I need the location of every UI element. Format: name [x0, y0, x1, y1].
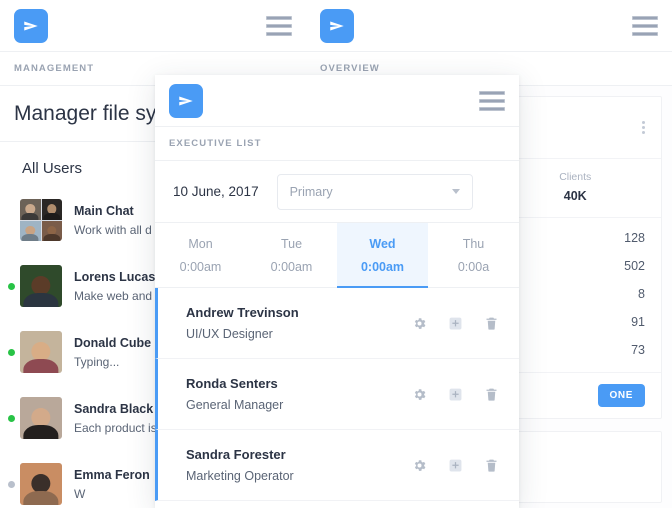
table-row[interactable]: Sandra Forester Marketing Operator: [155, 430, 519, 501]
presence-dot: [8, 414, 15, 422]
number-value: 502: [624, 259, 645, 273]
person-role: UI/UX Designer: [186, 327, 273, 341]
modal-section-bar: EXECUTIVE LIST: [155, 127, 519, 161]
trash-icon[interactable]: [483, 315, 499, 331]
tab-mon[interactable]: Mon 0:00am: [155, 223, 246, 287]
gear-icon[interactable]: [411, 457, 427, 473]
list-item-subtitle: Typing...: [74, 354, 120, 369]
management-appbar: [0, 0, 306, 52]
presence-dot: [8, 348, 15, 356]
user-avatar: [20, 265, 62, 307]
person-role: Marketing Operator: [186, 469, 294, 483]
tab-tue[interactable]: Tue 0:00am: [246, 223, 337, 287]
person-name: Ronda Senters: [186, 376, 278, 391]
person-name: Sandra Forester: [186, 447, 286, 462]
list-item-subtitle: W: [74, 486, 86, 501]
tab-time-label: 0:00am: [179, 260, 222, 274]
paper-plane-icon[interactable]: [169, 83, 203, 118]
number-value: 8: [638, 287, 645, 301]
plus-icon[interactable]: [447, 386, 463, 402]
user-avatar: [20, 397, 62, 439]
person-role: General Manager: [186, 398, 284, 412]
gear-icon[interactable]: [411, 315, 427, 331]
day-tabs: Mon 0:00am Tue 0:00am Wed 0:00am Thu 0:0…: [155, 223, 519, 288]
plus-icon[interactable]: [447, 315, 463, 331]
executive-list-modal: EXECUTIVE LIST 10 June, 2017 Primary Mon…: [155, 75, 519, 508]
trash-icon[interactable]: [483, 386, 499, 402]
executive-list-eyebrow: EXECUTIVE LIST: [169, 138, 262, 149]
management-eyebrow: MANAGEMENT: [14, 63, 95, 74]
more-vertical-icon[interactable]: [642, 121, 645, 134]
hamburger-menu-icon[interactable]: [632, 15, 658, 36]
person-name: Andrew Trevinson: [186, 305, 299, 320]
tab-day-label: Tue: [280, 237, 303, 251]
modal-appbar: [155, 75, 519, 127]
tab-time-label: 0:00am: [360, 260, 405, 274]
overview-eyebrow: OVERVIEW: [320, 63, 380, 74]
number-value: 91: [631, 315, 645, 329]
list-item-subtitle: Make web and: [74, 288, 153, 303]
list-item-name: Sandra Black: [74, 401, 154, 416]
row-actions: [411, 457, 499, 473]
presence-dot: [8, 217, 15, 224]
tab-thu[interactable]: Thu 0:00a: [428, 223, 519, 287]
tab-day-label: Mon: [188, 237, 213, 251]
row-actions: [411, 315, 499, 331]
one-button[interactable]: ONE: [597, 384, 645, 407]
date-label: 10 June, 2017: [173, 184, 259, 199]
list-item-name: Main Chat: [74, 203, 134, 218]
screen: MANAGEMENT Manager file syste All Users: [0, 0, 672, 508]
number-value: 128: [624, 231, 645, 245]
list-item-subtitle: Work with all d: [74, 222, 152, 237]
list-item-name: Lorens Lucas: [74, 269, 156, 284]
list-item-name: Emma Feron: [74, 467, 150, 482]
user-avatar: [20, 463, 62, 505]
paper-plane-icon[interactable]: [320, 8, 354, 43]
list-item-name: Donald Cube: [74, 335, 152, 350]
tab-day-label: Wed: [369, 237, 396, 251]
tab-wed[interactable]: Wed 0:00am: [337, 223, 428, 288]
paper-plane-icon[interactable]: [14, 8, 48, 43]
hamburger-menu-icon[interactable]: [479, 90, 505, 111]
table-row[interactable]: Andrew Trevinson UI/UX Designer: [155, 288, 519, 359]
user-avatar: [20, 331, 62, 373]
gear-icon[interactable]: [411, 386, 427, 402]
list-item-subtitle: Each product is: [74, 420, 157, 435]
tab-day-label: Thu: [462, 237, 485, 251]
chevron-down-icon: [451, 189, 460, 194]
row-actions: [411, 386, 499, 402]
person-info: Sandra Forester Marketing Operator: [186, 447, 294, 483]
group-avatar: [20, 199, 62, 241]
number-value: 73: [631, 343, 645, 357]
table-row[interactable]: Ronda Senters General Manager: [155, 359, 519, 430]
overview-appbar: [306, 0, 672, 52]
plus-icon[interactable]: [447, 457, 463, 473]
presence-dot: [8, 282, 15, 290]
presence-dot: [8, 480, 15, 488]
date-filter-row: 10 June, 2017 Primary: [155, 161, 519, 223]
hamburger-menu-icon[interactable]: [266, 15, 292, 36]
tab-time-label: 0:00am: [270, 260, 313, 274]
primary-select[interactable]: Primary: [276, 173, 473, 210]
trash-icon[interactable]: [483, 457, 499, 473]
select-value: Primary: [289, 184, 333, 199]
person-info: Ronda Senters General Manager: [186, 376, 283, 412]
tab-time-label: 0:00a: [457, 260, 490, 274]
person-info: Andrew Trevinson UI/UX Designer: [186, 305, 299, 341]
